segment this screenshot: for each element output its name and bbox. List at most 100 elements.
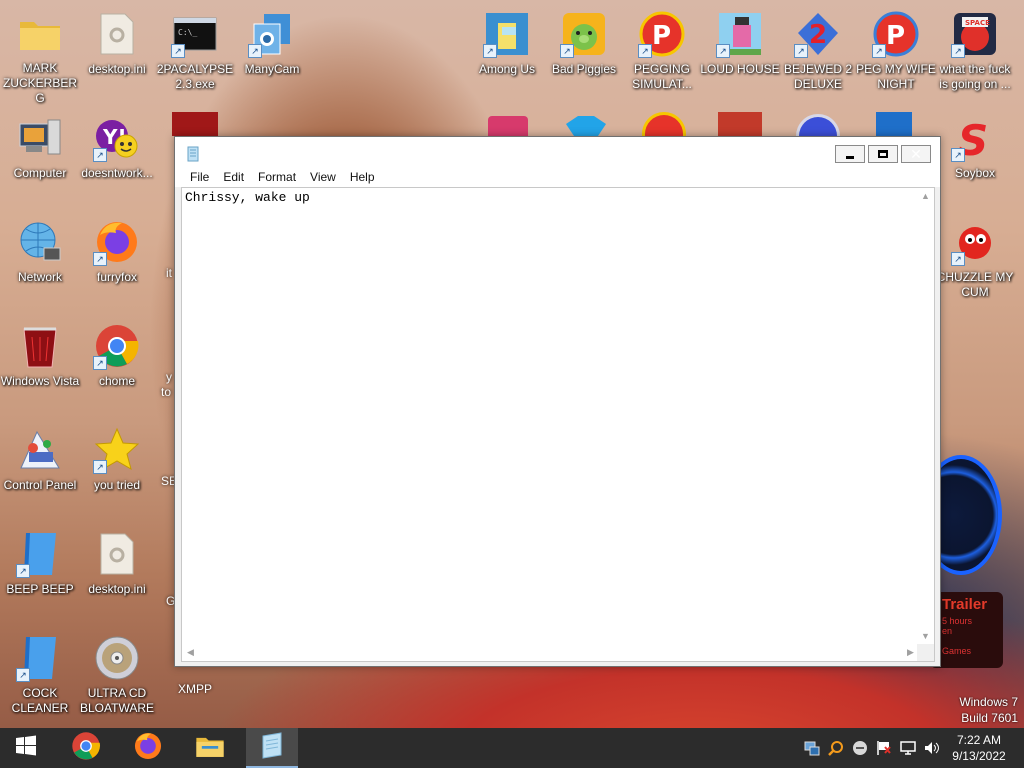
horizontal-scrollbar[interactable]: ◀ ▶ [182,644,919,661]
bejeweled-icon: 2 ↗ [794,10,842,58]
desktop-icon-beep-beep[interactable]: ↗ BEEP BEEP [0,526,80,626]
hidden-game-icon [488,116,528,136]
taskbar: 7:22 AM 9/13/2022 [0,728,1024,768]
desktop-icon-label: Soybox [954,166,996,180]
desktop-icon-chome[interactable]: ↗ chome [77,318,157,418]
svg-text:P: P [652,21,671,51]
flag-icon[interactable] [876,740,892,756]
desktop-icon-manycam[interactable]: ↗ ManyCam [232,6,312,106]
watermark-line: Build 7601 [961,711,1018,725]
scroll-up-icon[interactable]: ▲ [917,188,934,205]
menu-help[interactable]: Help [343,167,382,187]
taskbar-notepad[interactable] [246,728,298,768]
desktop-icon-label: what the fuck is going on ... [939,62,1011,91]
desktop-icon-2pacalypse[interactable]: C:\_ ↗ 2PACALYPSE 2.3.exe [155,6,235,106]
desktop-icon-windows-vista[interactable]: Windows Vista [0,318,80,418]
desktop-icon-furryfox[interactable]: ↗ furryfox [77,214,157,314]
desktop-icon-doesntwork[interactable]: Y! ↗ doesntwork... [77,110,157,210]
shortcut-arrow-icon: ↗ [248,44,262,58]
desktop-icon-label: you tried [93,478,141,492]
desktop-icon-label: MARK ZUCKERBERG [2,61,77,105]
watermark-line: Windows 7 [959,695,1018,709]
desktop-icon-label: COCK CLEANER [11,686,69,715]
desktop-icon-label: PEGGING SIMULAT... [632,62,692,91]
control-panel-icon [16,426,64,474]
folder-icon [195,733,225,764]
maximize-button[interactable] [868,145,898,163]
desktop-icon-mark-zuckerberg[interactable]: MARK ZUCKERBERG [0,6,80,106]
menu-file[interactable]: File [183,167,216,187]
menu-format[interactable]: Format [251,167,303,187]
blue-book-icon: ↗ [16,634,64,682]
shortcut-arrow-icon: ↗ [560,44,574,58]
desktop-icon-loud-house[interactable]: ↗ LOUD HOUSE [700,6,780,106]
title-bar[interactable]: ✕ [175,137,940,167]
clock-time: 7:22 AM [956,733,1002,747]
desktop-icon-soybox[interactable]: S ↗ Soybox [935,110,1015,210]
scroll-down-icon[interactable]: ▼ [917,628,934,645]
windows-logo-icon [15,735,37,762]
document-text[interactable]: Chrissy, wake up [185,190,310,205]
desktop-icon-label: BEEP BEEP [6,582,74,596]
menu-edit[interactable]: Edit [216,167,251,187]
taskbar-chrome[interactable] [60,728,112,768]
menu-bar: File Edit Format View Help [175,167,940,187]
shortcut-arrow-icon: ↗ [16,564,30,578]
desktop-icon-network[interactable]: Network [0,214,80,314]
taskbar-file-explorer[interactable] [184,728,236,768]
desktop-icon-cock-cleaner[interactable]: ↗ COCK CLEANER [0,630,80,730]
maximize-icon [878,150,888,158]
shortcut-arrow-icon: ↗ [16,668,30,682]
network-globe-icon [16,218,64,266]
taskbar-clock[interactable]: 7:22 AM 9/13/2022 [944,732,1014,764]
notepad-icon [185,146,201,162]
desktop-icon-control-panel[interactable]: Control Panel [0,422,80,522]
desktop-icon-desktop-ini[interactable]: desktop.ini [77,6,157,106]
trailer-line: 5 hours [942,616,973,626]
network-tray-icon[interactable] [804,740,820,756]
vertical-scrollbar[interactable]: ▲ ▼ [917,188,934,645]
resize-grip[interactable] [917,644,934,661]
desktop-icon-computer[interactable]: Computer [0,110,80,210]
shortcut-arrow-icon: ↗ [951,148,965,162]
desktop-icon-label: Computer [13,166,67,180]
svg-text:C:\_: C:\_ [178,28,197,37]
volume-icon[interactable] [924,740,940,756]
shortcut-arrow-icon: ↗ [93,148,107,162]
desktop-icon-peg-my-wife[interactable]: P ↗ PEG MY WIFE NIGHT [856,6,936,106]
desktop-icon-label: desktop.ini [88,62,146,76]
peggle-icon: P ↗ [872,10,920,58]
desktop-icon-label: ULTRA CD BLOATWARE [79,686,154,715]
shortcut-arrow-icon: ↗ [716,44,730,58]
desktop-icon-bad-piggies[interactable]: ↗ Bad Piggies [544,6,624,106]
desktop-icon-you-tried[interactable]: ↗ you tried [77,422,157,522]
display-icon[interactable] [900,740,916,756]
minimize-button[interactable] [835,145,865,163]
desktop-icon-bejewed[interactable]: 2 ↗ BEJEWED 2 DELUXE [778,6,858,106]
desktop-icon-pegging-simulator[interactable]: P ↗ PEGGING SIMULAT... [622,6,702,106]
firefox-icon [133,731,163,766]
desktop-icon-angry-birds-space[interactable]: SPACE ↗ what the fuck is going on ... [935,6,1015,106]
bad-piggies-icon: ↗ [560,10,608,58]
search-tray-icon[interactable] [828,740,844,756]
folder-icon [16,10,64,57]
shortcut-arrow-icon: ↗ [93,356,107,370]
menu-view[interactable]: View [303,167,343,187]
soybox-icon: S ↗ [951,114,999,162]
scroll-left-icon[interactable]: ◀ [182,644,199,661]
desktop-icon-among-us[interactable]: ↗ Among Us [467,6,547,106]
angry-birds-space-icon: SPACE ↗ [951,10,999,58]
desktop-icon-ultra-cd[interactable]: ULTRA CD BLOATWARE [77,630,157,730]
partial-label: y [166,370,172,384]
text-editor[interactable]: Chrissy, wake up ▲ ▼ ◀ ▶ [181,187,935,662]
desktop-icon-label: CHUZZLE MY CUM [936,270,1014,299]
close-button[interactable]: ✕ [901,145,931,163]
notepad-window[interactable]: ✕ File Edit Format View Help Chrissy, wa… [174,136,941,667]
start-button[interactable] [0,728,52,768]
desktop-icon-desktop-ini-2[interactable]: desktop.ini [77,526,157,626]
taskbar-firefox[interactable] [122,728,174,768]
close-icon: ✕ [910,146,922,162]
manycam-icon: ↗ [248,10,296,58]
minus-circle-icon[interactable] [852,740,868,756]
desktop-icon-chuzzle[interactable]: ↗ CHUZZLE MY CUM [935,214,1015,314]
